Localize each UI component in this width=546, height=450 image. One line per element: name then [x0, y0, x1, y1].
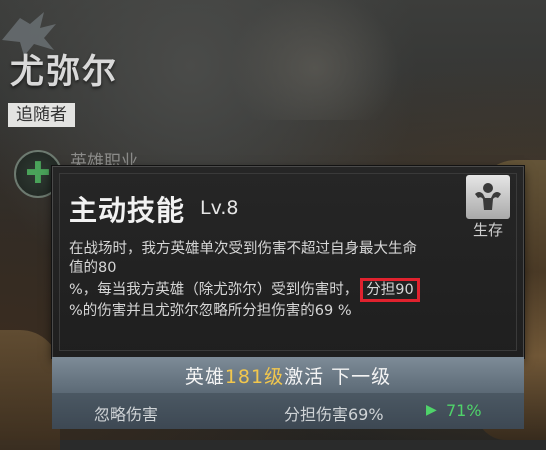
- highlighted-value: 分担90: [360, 278, 420, 302]
- arrow-right-icon: ▶: [426, 402, 437, 418]
- stat-next-value: 71%: [446, 401, 482, 420]
- activation-prefix: 英雄: [184, 365, 225, 388]
- activation-level: 181级: [224, 365, 285, 388]
- skill-level: Lv.8: [200, 197, 239, 219]
- hero-role-badge: 追随者: [8, 103, 75, 127]
- skill-tooltip-panel: 主动技能 Lv.8 生存 在战场时，我方英雄单次受到伤害不超过自身最大生命 值的…: [52, 166, 524, 358]
- plus-icon: ✚: [25, 156, 51, 191]
- background-character-left: [0, 330, 60, 450]
- muscle-icon: [466, 175, 510, 219]
- next-level-stats-bar: 忽略伤害 分担伤害69% ▶ 71%: [52, 393, 524, 429]
- hero-name: 尤弥尔: [10, 52, 118, 92]
- stat-ignore-damage: 忽略伤害: [94, 405, 159, 424]
- description-line: %的伤害并且尤弥尔忽略所分担伤害的69 %: [69, 303, 352, 319]
- background-character: [230, 0, 400, 120]
- stat-share-damage: 分担伤害69%: [284, 405, 384, 424]
- activation-requirement-bar: 英雄 181级 激活 下一级: [52, 357, 524, 393]
- skill-type-label: 生存: [472, 221, 503, 239]
- skill-description: 在战场时，我方英雄单次受到伤害不超过自身最大生命 值的80 %，每当我方英雄（除…: [69, 240, 501, 321]
- activation-suffix: 激活 下一级: [284, 365, 392, 388]
- skill-title: 主动技能: [69, 194, 186, 227]
- description-text: %，每当我方英雄（除尤弥尔）受到伤害时，: [69, 282, 359, 298]
- description-line: 值的80: [69, 260, 117, 276]
- description-line: %，每当我方英雄（除尤弥尔）受到伤害时， 分担90: [69, 278, 501, 302]
- description-line: 在战场时，我方英雄单次受到伤害不超过自身最大生命: [69, 241, 417, 257]
